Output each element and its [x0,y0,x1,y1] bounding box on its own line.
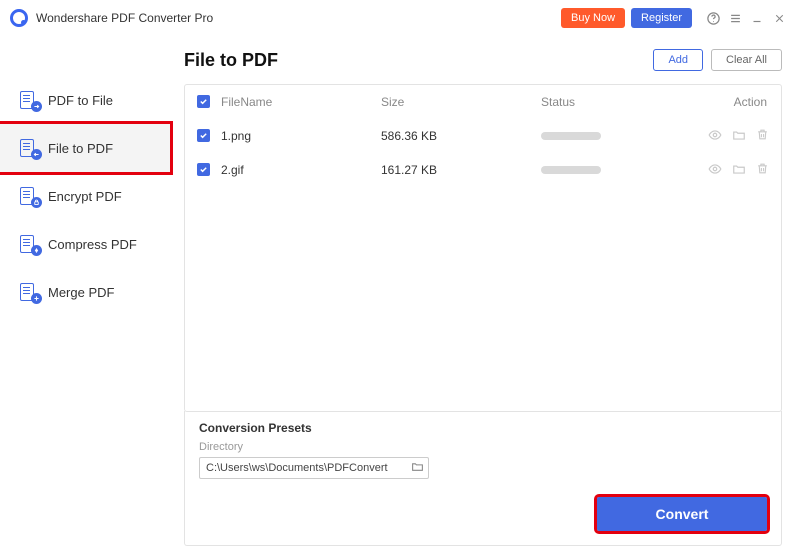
cell-filename: 1.png [221,129,381,143]
cell-status [541,166,701,174]
title-bar: Wondershare PDF Converter Pro Buy Now Re… [0,0,800,36]
select-all-checkbox[interactable] [197,95,210,108]
table-row: 1.png 586.36 KB [185,119,781,153]
presets-title: Conversion Presets [199,421,767,435]
sidebar-item-label: PDF to File [48,93,113,108]
sidebar-item-label: Merge PDF [48,285,114,300]
sidebar-item-label: File to PDF [48,141,113,156]
app-logo-icon [10,9,28,27]
cell-status [541,132,701,140]
register-button[interactable]: Register [631,8,692,28]
preview-icon[interactable] [708,162,722,179]
app-title: Wondershare PDF Converter Pro [36,11,213,25]
col-filename: FileName [221,95,381,109]
col-status: Status [541,95,701,109]
delete-icon[interactable] [756,128,769,145]
browse-folder-icon[interactable] [411,460,424,476]
directory-field[interactable]: C:\Users\ws\Documents\PDFConvert [199,457,429,479]
sidebar-item-file-to-pdf[interactable]: File to PDF [0,124,170,172]
preview-icon[interactable] [708,128,722,145]
buy-now-button[interactable]: Buy Now [561,8,625,28]
clear-all-button[interactable]: Clear All [711,49,782,71]
table-header: FileName Size Status Action [185,85,781,119]
col-size: Size [381,95,541,109]
file-to-pdf-icon [20,139,38,157]
table-row: 2.gif 161.27 KB [185,153,781,187]
cell-size: 586.36 KB [381,129,541,143]
menu-icon[interactable] [724,7,746,29]
minimize-icon[interactable] [746,7,768,29]
sidebar-item-label: Encrypt PDF [48,189,122,204]
footer-panel: Conversion Presets Directory C:\Users\ws… [184,411,782,546]
add-button[interactable]: Add [653,49,703,71]
open-folder-icon[interactable] [732,162,746,179]
pdf-to-file-icon [20,91,38,109]
sidebar-item-pdf-to-file[interactable]: PDF to File [0,76,170,124]
sidebar-item-encrypt-pdf[interactable]: Encrypt PDF [0,172,170,220]
directory-value: C:\Users\ws\Documents\PDFConvert [206,462,411,474]
delete-icon[interactable] [756,162,769,179]
file-table: FileName Size Status Action 1.png 586.36… [184,84,782,412]
encrypt-pdf-icon [20,187,38,205]
page-title: File to PDF [184,50,278,71]
open-folder-icon[interactable] [732,128,746,145]
directory-label: Directory [199,441,767,453]
sidebar: PDF to File File to PDF Encrypt PDF Comp… [0,36,170,560]
convert-button[interactable]: Convert [597,497,767,531]
cell-filename: 2.gif [221,163,381,177]
help-icon[interactable] [702,7,724,29]
row-checkbox[interactable] [197,129,210,142]
sidebar-item-label: Compress PDF [48,237,137,252]
col-action: Action [701,95,781,109]
compress-pdf-icon [20,235,38,253]
merge-pdf-icon [20,283,38,301]
sidebar-item-merge-pdf[interactable]: Merge PDF [0,268,170,316]
main-panel: File to PDF Add Clear All FileName Size … [170,36,800,560]
row-checkbox[interactable] [197,163,210,176]
sidebar-item-compress-pdf[interactable]: Compress PDF [0,220,170,268]
close-icon[interactable] [768,7,790,29]
cell-size: 161.27 KB [381,163,541,177]
